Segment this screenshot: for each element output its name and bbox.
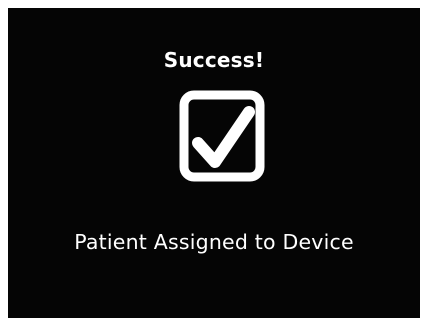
status-message: Patient Assigned to Device <box>74 230 354 254</box>
checkbox-checked-icon <box>179 90 265 182</box>
success-dialog: Success! Patient Assigned to Device <box>8 8 420 318</box>
success-title: Success! <box>163 48 265 72</box>
